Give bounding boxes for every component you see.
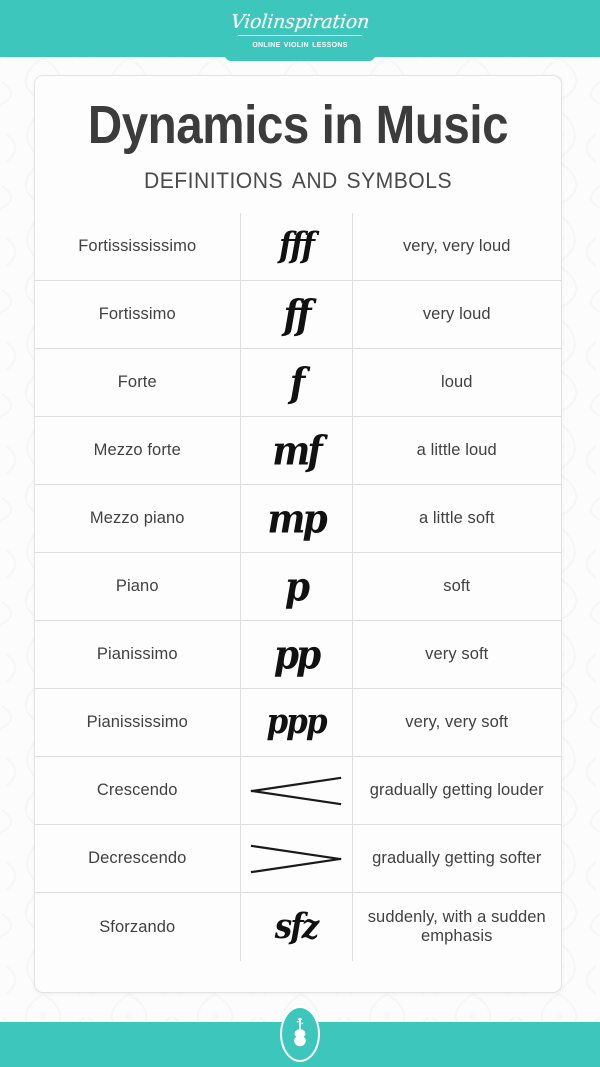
brand-logo[interactable]: Violinspiration Online Violin Lessons — [225, 0, 375, 61]
dynamic-symbol: ff — [239, 280, 353, 349]
dynamic-name: Pianissimo — [35, 620, 240, 689]
dynamics-table: Fortissississimo fff very, very loud Fortis… — [35, 212, 561, 961]
dynamic-meaning: a little soft — [352, 484, 561, 553]
violin-icon — [280, 1006, 320, 1062]
symbol-glyph: fff — [278, 225, 315, 267]
dynamic-symbol: pp — [239, 620, 353, 689]
symbol-glyph: ppp — [266, 702, 327, 743]
dynamic-symbol: p — [239, 552, 353, 621]
dynamic-meaning: gradually getting softer — [352, 824, 561, 893]
dynamic-symbol: ppp — [239, 688, 353, 757]
brand-tagline: Online Violin Lessons — [252, 38, 348, 51]
title-block: Dynamics in Music Definitions and Symbol… — [35, 76, 561, 195]
dynamic-name: Pianississimo — [35, 688, 240, 757]
dynamic-name: Mezzo forte — [35, 416, 240, 485]
page-title: Dynamics in Music — [87, 95, 509, 155]
dynamic-symbol: fff — [239, 212, 353, 281]
symbol-glyph: f — [289, 359, 305, 407]
dynamic-symbol: mf — [239, 416, 353, 485]
dynamic-meaning: soft — [352, 552, 561, 621]
dynamic-symbol: sfz — [239, 892, 353, 961]
symbol-glyph: p — [284, 563, 310, 611]
poster-page: Violinspiration Online Violin Lessons Dy… — [0, 0, 600, 1067]
dynamic-name: Mezzo piano — [35, 484, 240, 553]
dynamic-meaning: suddenly, with a sudden emphasis — [352, 892, 561, 961]
dynamic-symbol: mp — [239, 484, 353, 553]
dynamic-name: Piano — [35, 552, 240, 621]
crescendo-hairpin-icon — [250, 776, 342, 806]
content-card: Dynamics in Music Definitions and Symbol… — [34, 75, 562, 993]
dynamics-table-body: Fortissississimo fff very, very loud Fortis… — [35, 212, 561, 961]
symbol-glyph: ff — [283, 291, 312, 339]
dynamic-name: Fortissimo — [35, 280, 240, 349]
brand-name: Violinspiration — [229, 11, 371, 34]
symbol-glyph: pp — [273, 631, 321, 679]
dynamic-symbol — [239, 756, 353, 825]
dynamic-meaning: very, very soft — [352, 688, 561, 757]
logo-divider — [238, 35, 362, 37]
dynamic-meaning: gradually getting louder — [352, 756, 561, 825]
table-row: Fortissimo ff very loud — [35, 280, 561, 349]
dynamic-meaning: very loud — [352, 280, 561, 349]
dynamic-meaning: loud — [352, 348, 561, 417]
table-row: Sforzando sfz suddenly, with a sudden emph… — [35, 892, 561, 961]
dynamic-symbol — [239, 824, 353, 893]
table-row: Decrescendo gradually getting softer — [35, 824, 561, 893]
dynamic-meaning: a little loud — [352, 416, 561, 485]
table-row: Forte f loud — [35, 348, 561, 417]
dynamic-name: Sforzando — [35, 892, 240, 961]
symbol-glyph: sfz — [274, 906, 319, 947]
dynamic-meaning: very soft — [352, 620, 561, 689]
decrescendo-hairpin-icon — [250, 844, 342, 874]
table-row: Crescendo gradually getting louder — [35, 756, 561, 825]
dynamic-meaning: very, very loud — [402, 236, 511, 255]
dynamic-name: Forte — [35, 348, 240, 417]
dynamic-name: Decrescendo — [35, 824, 240, 893]
table-row: Mezzo piano mp a little soft — [35, 484, 561, 553]
symbol-glyph: mp — [267, 495, 327, 543]
table-row: Pianississimo ppp very, very soft — [35, 688, 561, 757]
dynamic-symbol: f — [239, 348, 353, 417]
table-row: Piano p soft — [35, 552, 561, 621]
table-row: Fortissississimo fff very, very loud — [35, 212, 561, 281]
table-row: Pianissimo pp very soft — [35, 620, 561, 689]
dynamic-name: Crescendo — [35, 756, 240, 825]
page-subtitle: Definitions and Symbols — [143, 159, 453, 195]
dynamic-name: Fortissississimo — [78, 237, 197, 256]
symbol-glyph: mf — [272, 427, 323, 475]
table-row: Mezzo forte mf a little loud — [35, 416, 561, 485]
